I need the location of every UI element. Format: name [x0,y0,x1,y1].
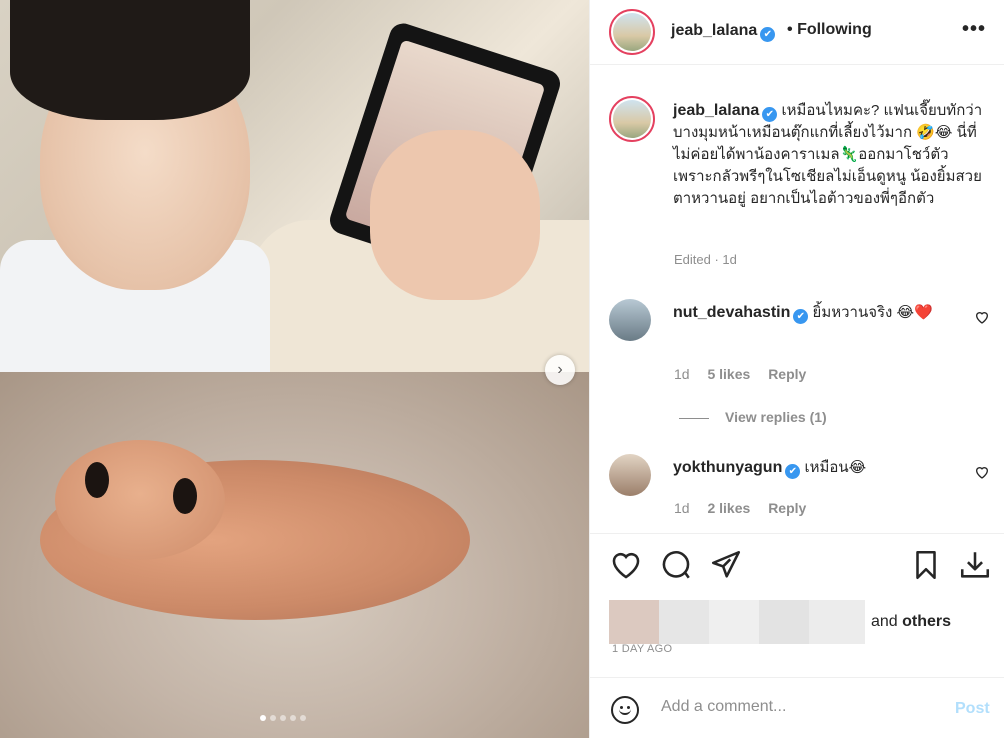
caption-avatar[interactable] [609,96,655,142]
author-username[interactable]: jeab_lalana [671,22,757,39]
caption-username[interactable]: jeab_lalana [673,102,759,119]
carousel-dot [270,715,276,721]
download-icon[interactable] [958,548,992,582]
reply-button[interactable]: Reply [768,366,806,382]
add-comment-bar: Post [590,677,1004,738]
verified-badge-icon: ✔ [760,27,776,42]
likes-others-link[interactable]: others [902,613,951,630]
post-panel: jeab_lalana ✔ • Following ••• jeab_lalana… [589,0,1004,738]
commenter-username[interactable]: yokthunyagun [673,459,782,476]
view-replies-button[interactable]: View replies (1) [679,409,827,425]
commenter-avatar[interactable] [609,299,651,341]
separator-dot: • [787,21,793,38]
comment-meta: 1d 2 likes Reply [674,500,806,516]
comment-like-icon[interactable] [974,464,990,480]
post-media[interactable]: › [0,0,589,738]
comment-time: 1d [674,366,690,382]
verified-badge-icon: ✔ [793,309,809,324]
liker-avatar [709,600,759,644]
liker-avatar [809,600,865,644]
next-slide-button[interactable]: › [545,355,575,385]
comment-input[interactable] [661,698,931,716]
carousel-dot [260,715,266,721]
selfie-photo [0,0,589,372]
liker-avatar [759,600,809,644]
comment-time: 1d [674,500,690,516]
comment-likes[interactable]: 5 likes [707,366,750,382]
verified-badge-icon: ✔ [762,107,778,122]
comment-text: เหมือน😂 [804,459,867,476]
post-comment-button[interactable]: Post [955,700,990,718]
heart-icon[interactable] [609,548,643,582]
emoji-icon[interactable] [611,696,639,724]
comment-icon[interactable] [659,548,693,582]
comment-like-icon[interactable] [974,309,990,325]
comment-meta: 1d 5 likes Reply [674,366,806,382]
post-header: jeab_lalana ✔ • Following ••• [590,0,1004,65]
author-avatar[interactable] [609,9,655,55]
likes-summary: and others [609,600,951,644]
bookmark-icon[interactable] [909,548,943,582]
carousel-indicator [260,715,306,721]
verified-badge-icon: ✔ [785,464,801,479]
carousel-dot [300,715,306,721]
comment-likes[interactable]: 2 likes [707,500,750,516]
following-button[interactable]: Following [797,21,872,38]
gecko-head [55,440,225,560]
carousel-dot [280,715,286,721]
liker-avatar [659,600,709,644]
action-bar [590,533,1004,595]
comment-text: ยิ้มหวานจริง 😂❤️ [812,304,933,321]
commenter-username[interactable]: nut_devahastin [673,304,790,321]
post-date: 1 DAY AGO [612,643,673,655]
commenter-avatar[interactable] [609,454,651,496]
carousel-dot [290,715,296,721]
likes-and-text: and [871,613,898,630]
liker-avatar [609,600,659,644]
edited-label: Edited · 1d [674,252,737,267]
chevron-right-icon: › [557,361,563,378]
more-options-icon[interactable]: ••• [962,18,986,41]
share-icon[interactable] [709,548,743,582]
reply-button[interactable]: Reply [768,500,806,516]
